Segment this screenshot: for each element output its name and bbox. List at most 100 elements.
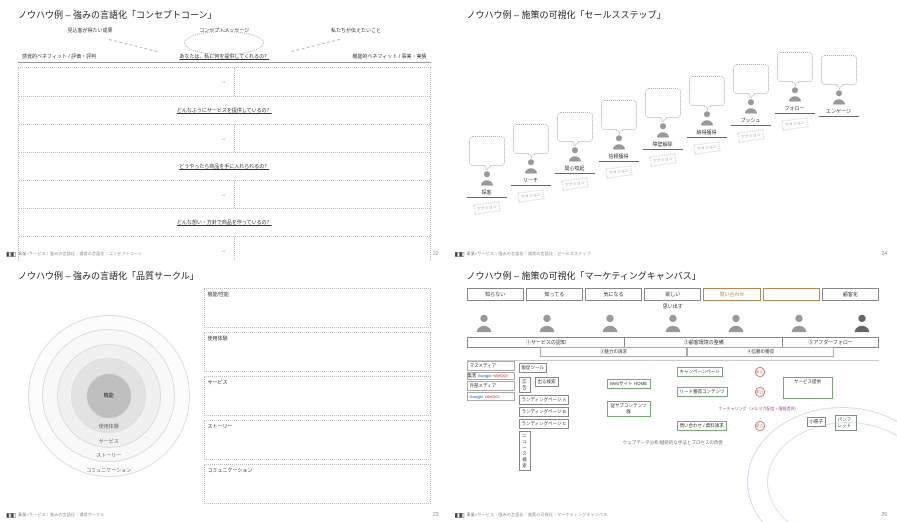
page-number: 24 xyxy=(881,251,887,257)
qbox-2: サービス xyxy=(204,376,431,416)
canvas-area: マスメディア 集客 Google YAHOO! 外部メディア Google YA… xyxy=(467,360,880,446)
left-shuu: 集客 xyxy=(468,373,477,378)
person-icon xyxy=(536,312,558,334)
step-2: 関心喚起アクション xyxy=(555,112,595,189)
quality-boxes: 機能/性能 使用体験 サービス ストーリー コミュニケーション xyxy=(200,288,431,504)
stage-0: 知らない xyxy=(467,288,524,301)
phase-subbands: ②魅力の訴求 ④信頼の獲得 xyxy=(467,347,880,357)
stage-5 xyxy=(763,288,820,301)
slide-title: ノウハウ例 – 施策の可視化「セールスステップ」 xyxy=(467,8,880,21)
slide-sales-steps: ノウハウ例 – 施策の可視化「セールスステップ」 探客アクション リーチアクショ… xyxy=(449,0,897,261)
qbox-3: ストーリー xyxy=(204,420,431,460)
node-ad1: 広告 xyxy=(519,377,531,393)
slide-title: ノウハウ例 – 強みの言語化「コンセプトコーン」 xyxy=(18,8,431,21)
stage-2: 気になる xyxy=(585,288,642,301)
brand-mark: ▮▯▮▯ xyxy=(6,251,15,258)
stage-6: 顧客化 xyxy=(822,288,879,301)
canvas-foot: ウェブデータ分析/継続的な手法とプロセスの改善 xyxy=(467,440,880,446)
node-lpB: ランディングページ B xyxy=(519,407,569,417)
brand-mark: ▮▯▮▯ xyxy=(6,512,15,519)
stage-row: 知らない 知ってる 気になる 欲しい 問い合わせ 顧客化 xyxy=(467,288,880,301)
node-lpC: ランディングページ C xyxy=(519,419,570,429)
slide-footer: 事業×サービス｜強みの言語化｜通常の言語化｜コンセプトコーン xyxy=(18,251,142,257)
cone-q1: どんなふうにサービスを提供しているの？ xyxy=(19,97,430,124)
slide-quality-circle: ノウハウ例 – 強みの言語化「品質サークル」 コミュニケーション ストーリー サ… xyxy=(0,261,449,522)
apply-circ: 申込 xyxy=(755,421,765,431)
step-5: 納得獲得アクション xyxy=(687,76,727,153)
slide-concept-cone: ノウハウ例 – 強みの言語化「コンセプトコーン」 見込客が得たい成果 コンセプト… xyxy=(0,0,449,261)
step-8: エンゲージ xyxy=(819,55,859,117)
slide-title: ノウハウ例 – 施策の可視化「マーケティングキャンバス」 xyxy=(467,269,880,282)
step-4: 障壁解除アクション xyxy=(643,88,683,165)
person-icon xyxy=(788,312,810,334)
google-logo: Google xyxy=(478,373,492,378)
persona-row xyxy=(467,312,880,337)
cone-hdr-left: 感覚的ベネフィット / 評価・評判 xyxy=(22,53,96,60)
band-2: ②魅力の訴求 xyxy=(540,347,687,357)
node-svc: サービス提供 xyxy=(783,377,833,399)
slide-marketing-canvas: ノウハウ例 – 施策の可視化「マーケティングキャンバス」 知らない 知ってる 気… xyxy=(449,261,897,522)
cone-diag-right xyxy=(292,39,340,52)
band-3: ③顧客環境の整備 xyxy=(624,338,782,347)
page-number: 22 xyxy=(433,251,439,257)
cone-label-left: 見込客が得たい成果 xyxy=(68,27,113,34)
qbox-0: 機能/性能 xyxy=(204,288,431,328)
band-5: ⑤アフターフォロー xyxy=(782,338,878,347)
stage-recall: 思い出す xyxy=(467,303,880,310)
step-6: プッシュアクション xyxy=(731,64,771,141)
cone-q2: どうやったら商品を手に入れられるの？ xyxy=(19,153,430,180)
node-sub: 従サブコンテンツ群 xyxy=(607,401,651,417)
step-1: リーチアクション xyxy=(511,124,551,201)
cone-hdr-right: 機能的ベネフィット / 事実・実績 xyxy=(352,53,426,60)
step-7: フォローアクション xyxy=(775,52,815,129)
node-camp: キャンペーンページ xyxy=(677,367,723,377)
node-lead: リード獲得コンテンツ xyxy=(677,387,728,397)
person-icon xyxy=(599,312,621,334)
cone-top: 見込客が得たい成果 コンセプトメッセージ 私たちが伝えたいこと xyxy=(18,27,431,49)
cone-rows: ↔ どんなふうにサービスを提供しているの？ ↔ どうやったら商品を手に入れられる… xyxy=(18,67,431,261)
brand-mark: ▮▯▮▯ xyxy=(455,251,464,258)
node-tool: 販促ツール xyxy=(519,363,548,373)
cone-q3: どんな想い・方針で商品を作っているの？ xyxy=(19,209,430,236)
quality-rings: コミュニケーション ストーリー サービス 使用体験 機能 xyxy=(18,288,200,504)
person-icon xyxy=(851,312,873,334)
qbox-4: コミュニケーション xyxy=(204,464,431,504)
page-number: 25 xyxy=(881,512,887,518)
left-ext: 外部メディア xyxy=(467,381,515,391)
node-booklet: 小冊子 xyxy=(807,417,827,427)
node-nurture: ナーチャリング（メルマガ配信・情報提供） xyxy=(717,405,801,413)
cone-label-right: 私たちが伝えたいこと xyxy=(331,27,381,34)
cone-ellipse xyxy=(184,31,264,55)
cone-diag-left xyxy=(109,39,157,52)
node-news: ニュース検索 xyxy=(519,431,531,471)
person-icon xyxy=(473,312,495,334)
slide-grid: ノウハウ例 – 強みの言語化「コンセプトコーン」 見込客が得たい成果 コンセプト… xyxy=(0,0,897,522)
step-3: 信頼獲得アクション xyxy=(599,100,639,177)
brand-mark: ▮▯▮▯ xyxy=(455,512,464,519)
stage-1: 知ってる xyxy=(526,288,583,301)
node-pamph: パンフレット xyxy=(835,415,857,431)
person-icon xyxy=(725,312,747,334)
sales-staircase: 探客アクション リーチアクション 関心喚起アクション 信頼獲得アクション 障壁解… xyxy=(467,27,880,243)
person-icon xyxy=(662,312,684,334)
slide-footer: 事業×サービス｜強みの言語化｜通常サークル xyxy=(18,512,104,518)
page-number: 23 xyxy=(433,512,439,518)
stage-3: 欲しい xyxy=(644,288,701,301)
node-ad2: 出る検索 xyxy=(535,377,559,387)
apply-circ: 申込 xyxy=(755,387,765,397)
node-home: Webサイト HOME xyxy=(607,379,651,389)
step-0: 探客アクション xyxy=(467,136,507,213)
node-lpA: ランディングページ A xyxy=(519,395,569,405)
band-4: ④信頼の獲得 xyxy=(687,347,834,357)
slide-footer: 事業×サービス｜強みの言語化｜施策の可視化｜マーケティングキャンバス xyxy=(467,512,608,518)
stage-4: 問い合わせ xyxy=(703,288,760,301)
slide-footer: 事業×サービス｜強みの言語化｜通常の言語化｜セールスステップ xyxy=(467,251,591,257)
qbox-1: 使用体験 xyxy=(204,332,431,372)
yahoo-logo: YAHOO! xyxy=(493,373,508,378)
band-1: ①サービスの認知 xyxy=(468,338,625,347)
apply-circ: 申込 xyxy=(755,367,765,377)
slide-title: ノウハウ例 – 強みの言語化「品質サークル」 xyxy=(18,269,431,282)
ring-1: 機能 xyxy=(86,373,132,419)
left-mass: マスメディア xyxy=(467,361,515,371)
node-inq: 問い合わせ / 資料請求 xyxy=(677,421,727,431)
